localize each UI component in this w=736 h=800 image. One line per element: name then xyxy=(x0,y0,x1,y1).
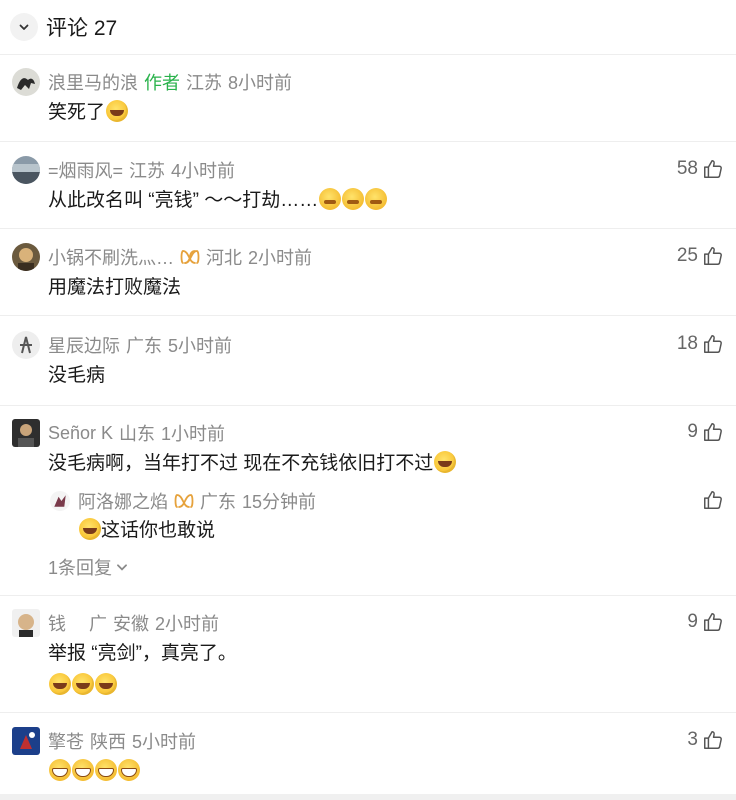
comment-text: 举报 “亮剑”，真亮了。 xyxy=(48,643,237,664)
comment-text: 用魔法打败魔法 xyxy=(48,277,182,298)
like-button[interactable]: 9 xyxy=(687,611,724,633)
comment-item: 星辰边际 广东 5小时前 18 没毛病 xyxy=(0,316,736,406)
comment-location: 广东 xyxy=(126,336,162,356)
comment-text-line: 从此改名叫 “亮钱” ～～打劫…… xyxy=(48,186,388,216)
comment-location: 江苏 xyxy=(186,73,222,93)
more-replies-label: 1条回复 xyxy=(48,558,113,578)
like-button[interactable]: 3 xyxy=(687,729,724,751)
emoji-line xyxy=(48,757,140,787)
thinking-emoji-icon xyxy=(319,188,342,210)
commenter-name[interactable]: =烟雨风= xyxy=(48,157,123,183)
gold-badge-icon xyxy=(180,249,200,265)
comment-item: 浪里马的浪 作者 江苏 8小时前 笑死了 xyxy=(0,55,736,142)
comment-text: 笑死了 xyxy=(48,102,106,123)
comments-header: 评论 27 xyxy=(0,0,736,55)
reply-text-line: 这话你也敢说 xyxy=(78,516,215,546)
comment-text: 没毛病 xyxy=(48,365,106,386)
like-button[interactable]: 25 xyxy=(677,245,724,267)
comment-time: 4小时前 xyxy=(171,161,236,181)
comment-text-line: 没毛病啊，当年打不过 现在不充钱依旧打不过 xyxy=(48,449,457,479)
comment-time: 1小时前 xyxy=(161,424,226,444)
like-count: 18 xyxy=(676,333,698,354)
reply-location: 广东 xyxy=(200,492,236,512)
comment-location: 河北 xyxy=(206,248,242,268)
comment-time: 5小时前 xyxy=(132,732,197,752)
emoji-line xyxy=(48,671,117,701)
avatar[interactable] xyxy=(12,419,40,447)
replier-name[interactable]: 阿洛娜之焰 xyxy=(78,488,168,514)
comments-title: 评论 27 xyxy=(46,17,118,40)
comment-item: Señor K 山东 1小时前 9 没毛病啊，当年打不过 现在不充钱依旧打不过 … xyxy=(0,406,736,596)
grin-emoji-icon xyxy=(95,759,117,781)
expand-replies-button[interactable]: 1条回复 xyxy=(48,552,129,582)
thumbs-up-icon xyxy=(704,423,722,441)
like-count: 25 xyxy=(676,245,698,266)
laugh-cry-emoji-icon xyxy=(72,673,94,695)
like-button[interactable]: 18 xyxy=(677,333,724,355)
avatar[interactable] xyxy=(12,243,40,271)
avatar[interactable] xyxy=(12,727,40,755)
comment-time: 8小时前 xyxy=(228,73,293,93)
comment-item: 钱 广 安徽 2小时前 9 举报 “亮剑”，真亮了。 xyxy=(0,596,736,713)
commenter-name[interactable]: 小锅不刷洗灬… xyxy=(48,244,174,270)
comment-text-line: 笑死了 xyxy=(48,98,129,128)
laugh-cry-emoji-icon xyxy=(95,673,117,695)
laugh-cry-emoji-icon xyxy=(49,673,71,695)
thumbs-up-icon xyxy=(704,731,722,749)
collapse-comments-button[interactable] xyxy=(10,13,38,41)
laugh-cry-emoji-icon xyxy=(79,518,101,540)
chevron-down-icon xyxy=(117,564,127,571)
thumbs-up-icon xyxy=(704,335,722,353)
comment-text: 从此改名叫 “亮钱” ～～打劫…… xyxy=(48,190,319,211)
like-count: 9 xyxy=(687,611,698,632)
gold-badge-icon xyxy=(174,493,194,509)
grin-emoji-icon xyxy=(118,759,140,781)
commenter-name[interactable]: 星辰边际 xyxy=(48,332,120,358)
like-button[interactable]: 58 xyxy=(677,158,724,180)
bottom-divider xyxy=(0,794,736,800)
like-count: 58 xyxy=(676,158,698,179)
commenter-name[interactable]: 钱 广 xyxy=(48,610,107,636)
thinking-emoji-icon xyxy=(365,188,388,210)
reply-text: 这话你也敢说 xyxy=(101,520,216,541)
comment-location: 山东 xyxy=(119,424,156,444)
like-count: 9 xyxy=(687,421,698,442)
comment-time: 2小时前 xyxy=(155,614,220,634)
thumbs-up-icon xyxy=(704,247,722,265)
laugh-cry-emoji-icon xyxy=(106,100,129,122)
commenter-name[interactable]: 浪里马的浪 xyxy=(48,69,138,95)
avatar[interactable] xyxy=(12,156,40,184)
laugh-cry-emoji-icon xyxy=(434,451,457,473)
commenter-name[interactable]: Señor K xyxy=(48,423,113,444)
avatar[interactable] xyxy=(50,491,70,511)
comment-item: 小锅不刷洗灬… 河北 2小时前 25 用魔法打败魔法 xyxy=(0,229,736,316)
thinking-emoji-icon xyxy=(342,188,365,210)
comment-item: 擎苍 陕西 5小时前 3 xyxy=(0,713,736,785)
comment-location: 陕西 xyxy=(90,732,126,752)
thumbs-up-icon xyxy=(704,491,722,509)
thumbs-up-icon xyxy=(704,160,722,178)
thumbs-up-icon xyxy=(704,613,722,631)
chevron-down-icon xyxy=(19,24,29,30)
comment-location: 安徽 xyxy=(113,614,150,634)
comment-text: 没毛病啊，当年打不过 现在不充钱依旧打不过 xyxy=(48,453,434,474)
comment-time: 5小时前 xyxy=(168,336,233,356)
comment-location: 江苏 xyxy=(129,161,166,181)
author-badge: 作者 xyxy=(144,73,180,93)
reply-like-button[interactable] xyxy=(702,489,724,511)
commenter-name[interactable]: 擎苍 xyxy=(48,728,84,754)
grin-emoji-icon xyxy=(49,759,71,781)
avatar[interactable] xyxy=(12,609,40,637)
avatar[interactable] xyxy=(12,68,40,96)
like-button[interactable]: 9 xyxy=(687,421,724,443)
comment-item: =烟雨风= 江苏 4小时前 58 从此改名叫 “亮钱” ～～打劫…… xyxy=(0,142,736,229)
avatar[interactable] xyxy=(12,331,40,359)
like-count: 3 xyxy=(687,729,698,750)
grin-emoji-icon xyxy=(72,759,94,781)
comment-time: 2小时前 xyxy=(248,248,313,268)
reply-time: 15分钟前 xyxy=(242,492,317,512)
